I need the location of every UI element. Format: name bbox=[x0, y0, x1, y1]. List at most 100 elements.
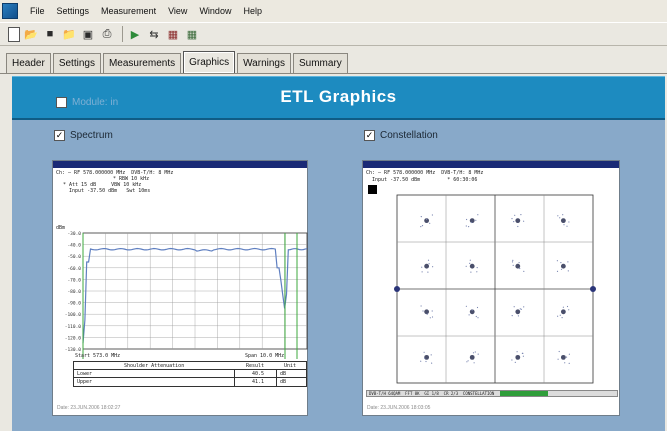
constellation-scatter-dot bbox=[568, 353, 570, 355]
play-icon[interactable]: ▶ bbox=[127, 26, 143, 42]
tab-warnings[interactable]: Warnings bbox=[237, 53, 291, 73]
constellation-scatter-dot bbox=[420, 360, 422, 362]
constellation-scatter-dot bbox=[513, 306, 515, 308]
save-all-icon[interactable]: ▣ bbox=[80, 26, 96, 42]
constellation-scatter-dot bbox=[420, 305, 422, 307]
constellation-scatter-dot bbox=[429, 222, 431, 224]
tab-summary[interactable]: Summary bbox=[292, 53, 348, 73]
constellation-scatter-dot bbox=[564, 362, 566, 364]
constellation-scatter-dot bbox=[422, 310, 424, 312]
constellation-scatter-dot bbox=[557, 358, 559, 360]
spectrum-ytick-label: -90.0 bbox=[67, 301, 81, 307]
constellation-point bbox=[515, 309, 521, 315]
constellation-point bbox=[560, 354, 566, 360]
spectrum-start-label: Start 573.0 MHz bbox=[75, 353, 121, 359]
new-icon[interactable] bbox=[8, 26, 20, 42]
tab-measurements[interactable]: Measurements bbox=[102, 53, 182, 73]
constellation-scatter-dot bbox=[420, 226, 422, 228]
constellation-scatter-dot bbox=[431, 214, 433, 216]
constellation-scatter-dot bbox=[520, 308, 522, 310]
constellation-scatter-dot bbox=[511, 315, 513, 317]
constellation-scatter-dot bbox=[511, 218, 513, 220]
tab-header[interactable]: Header bbox=[6, 53, 51, 73]
constellation-point bbox=[560, 309, 566, 315]
constellation-scatter-dot bbox=[516, 351, 518, 353]
constellation-scatter-dot bbox=[477, 317, 479, 319]
print-icon[interactable]: ⎙ bbox=[99, 26, 115, 42]
constellation-scatter-dot bbox=[470, 271, 472, 273]
menu-view[interactable]: View bbox=[162, 6, 193, 16]
constellation-scatter-dot bbox=[476, 306, 479, 309]
constellation-scatter-dot bbox=[566, 305, 569, 308]
constellation-checkbox-row[interactable]: ✓ Constellation bbox=[364, 130, 438, 141]
spectrum-footer: Date: 23.JUN.2006 18:02:27 bbox=[57, 405, 121, 411]
constellation-checkbox-label: Constellation bbox=[380, 130, 438, 141]
constellation-pilot-point bbox=[394, 286, 400, 292]
constellation-scatter-dot bbox=[568, 362, 570, 364]
constellation-scatter-dot bbox=[472, 352, 475, 354]
app-icon[interactable] bbox=[2, 3, 18, 19]
save-icon[interactable]: ■ bbox=[42, 26, 58, 42]
constellation-scatter-dot bbox=[517, 225, 519, 228]
constellation-scatter-dot bbox=[469, 262, 471, 264]
constellation-scatter-dot bbox=[477, 353, 479, 355]
constellation-point bbox=[469, 354, 475, 360]
status-ok-indicator bbox=[500, 391, 548, 396]
constellation-status-bar: DVB-T/H 64QAM FFT 8K GI 1/8 CR 2/3 CONST… bbox=[366, 390, 618, 397]
constellation-scatter-dot bbox=[421, 225, 424, 227]
menu-bar: File Settings Measurement View Window He… bbox=[0, 0, 667, 22]
spectrum-checkbox-row[interactable]: ✓ Spectrum bbox=[54, 130, 113, 141]
constellation-scatter-dot bbox=[471, 309, 473, 311]
constellation-scatter-dot bbox=[428, 263, 430, 265]
constellation-point bbox=[515, 263, 521, 269]
constellation-scatter-dot bbox=[421, 266, 423, 268]
spectrum-ytick-label: -30.0 bbox=[67, 231, 81, 237]
grid-icon[interactable]: ▦ bbox=[184, 26, 200, 42]
menu-file[interactable]: File bbox=[24, 6, 51, 16]
link-icon[interactable]: ⇆ bbox=[146, 26, 162, 42]
tab-settings[interactable]: Settings bbox=[52, 53, 101, 73]
constellation-scatter-dot bbox=[559, 217, 561, 219]
constellation-point bbox=[469, 218, 475, 224]
constellation-checkbox[interactable]: ✓ bbox=[364, 130, 375, 141]
constellation-scatter-dot bbox=[432, 266, 434, 268]
constellation-scatter-dot bbox=[427, 259, 430, 261]
spectrum-ytick-label: -80.0 bbox=[67, 289, 81, 295]
spectrum-checkbox[interactable]: ✓ bbox=[54, 130, 65, 141]
spectrum-panel: Ch: — RF 578.000000 MHz DVB-T/H: 8 MHz *… bbox=[52, 160, 308, 416]
spectrum-ytick-label: -40.0 bbox=[67, 243, 81, 249]
constellation-scatter-dot bbox=[519, 267, 521, 270]
tab-graphics[interactable]: Graphics bbox=[183, 51, 236, 73]
title-banner: Module: in ETL Graphics bbox=[12, 76, 665, 120]
spectrum-ytick-label: -50.0 bbox=[67, 254, 81, 260]
open-icon[interactable]: 📂 bbox=[23, 26, 39, 42]
constellation-scatter-dot bbox=[523, 220, 525, 222]
constellation-scatter-dot bbox=[517, 315, 519, 317]
constellation-point bbox=[424, 263, 430, 269]
constellation-scatter-dot bbox=[560, 262, 562, 264]
page-title: ETL Graphics bbox=[280, 87, 397, 106]
constellation-scatter-dot bbox=[468, 314, 470, 316]
spectrum-checkbox-label: Spectrum bbox=[70, 130, 113, 141]
constellation-scatter-dot bbox=[466, 218, 468, 221]
constellation-scatter-dot bbox=[465, 305, 467, 307]
constellation-scatter-dot bbox=[514, 361, 516, 363]
constellation-status-text: DVB-T/H 64QAM FFT 8K GI 1/8 CR 2/3 CONST… bbox=[369, 391, 495, 396]
stop-icon[interactable]: ▦ bbox=[165, 26, 181, 42]
menu-settings[interactable]: Settings bbox=[51, 6, 96, 16]
spectrum-ytick-label: -110.0 bbox=[65, 324, 82, 330]
constellation-scatter-dot bbox=[568, 309, 570, 311]
open-folder-icon[interactable]: 📁 bbox=[61, 26, 77, 42]
constellation-scatter-dot bbox=[477, 214, 479, 216]
menu-window[interactable]: Window bbox=[193, 6, 237, 16]
spectrum-stop-label: Span 10.0 MHz bbox=[245, 353, 285, 359]
constellation-scatter-dot bbox=[561, 317, 563, 319]
constellation-scatter-dot bbox=[560, 268, 563, 270]
constellation-scatter-dot bbox=[424, 357, 426, 359]
menu-measurement[interactable]: Measurement bbox=[95, 6, 162, 16]
spectrum-ytick-label: -60.0 bbox=[67, 266, 81, 272]
constellation-scatter-dot bbox=[511, 359, 513, 361]
constellation-scatter-dot bbox=[511, 261, 514, 263]
toolbar: 📂 ■ 📁 ▣ ⎙ ▶ ⇆ ▦ ▦ bbox=[0, 22, 667, 46]
menu-help[interactable]: Help bbox=[237, 6, 268, 16]
